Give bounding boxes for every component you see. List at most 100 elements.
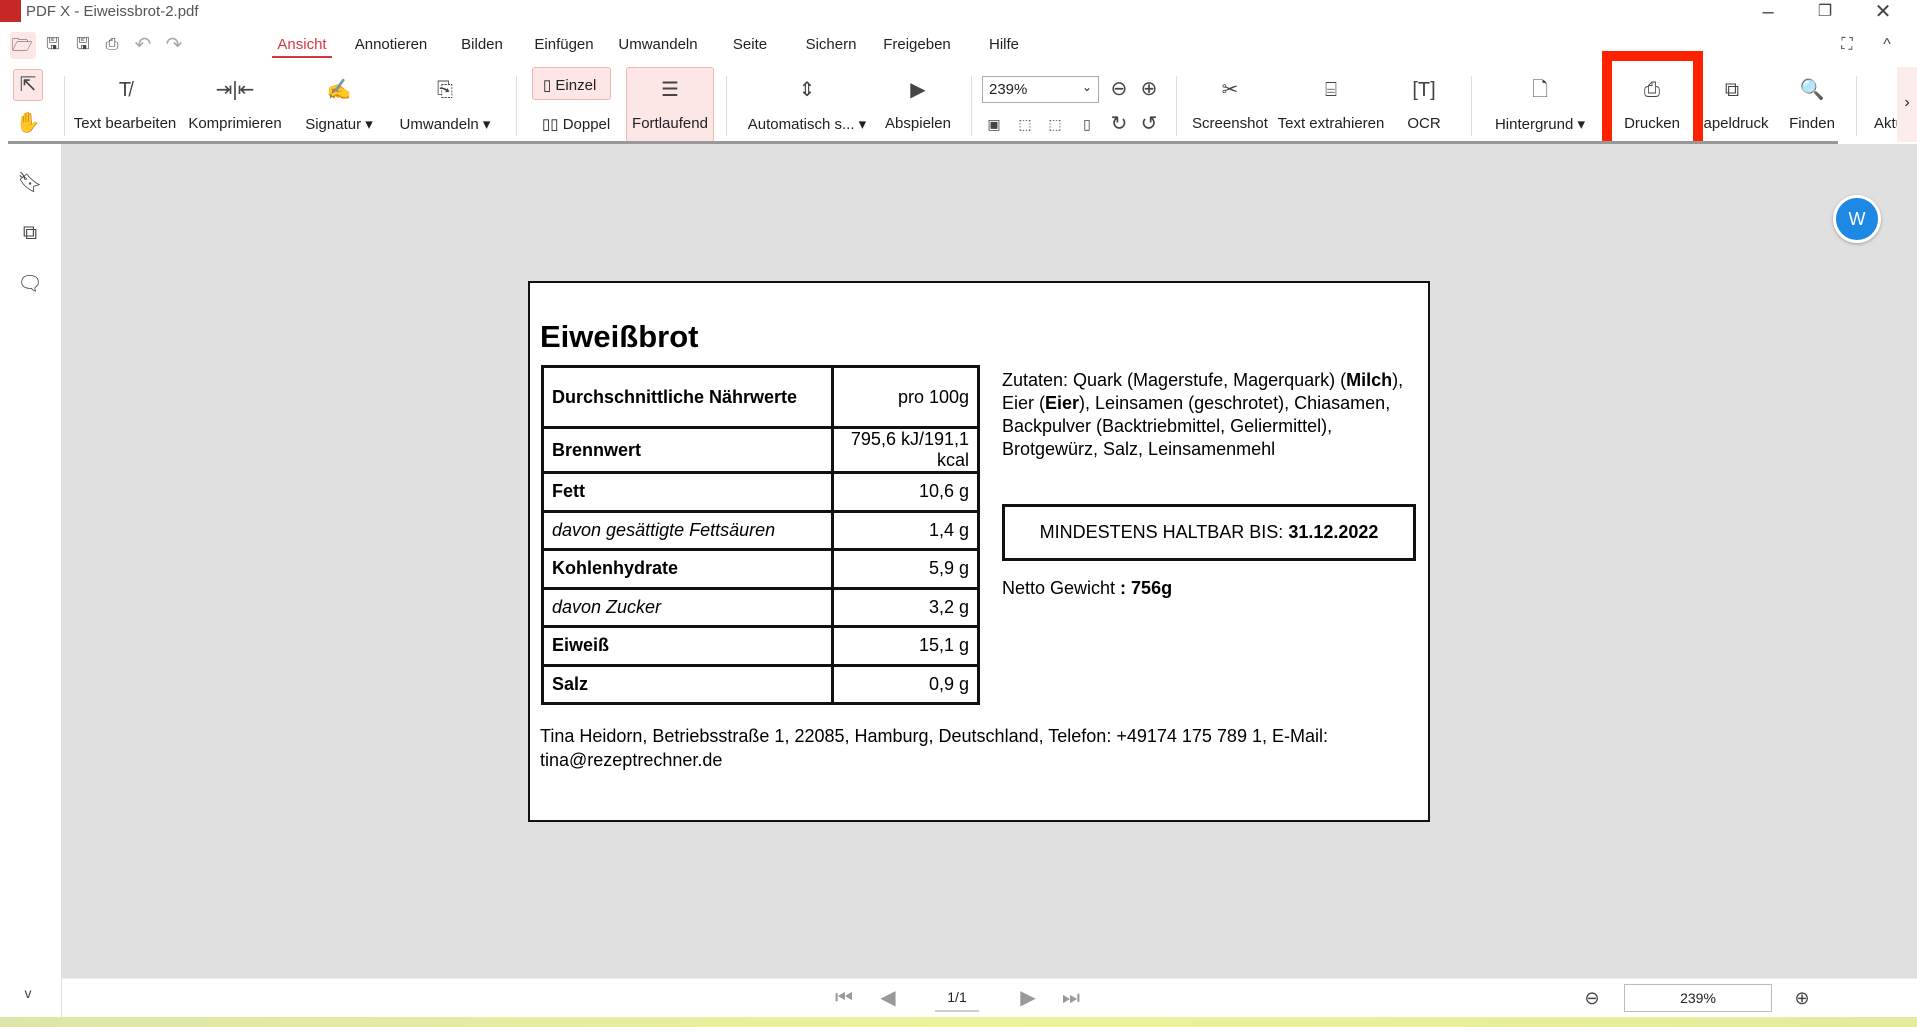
tab-seite[interactable]: Seite	[733, 36, 767, 53]
tab-hilfe[interactable]: Hilfe	[989, 36, 1019, 53]
header-value: pro 100g	[831, 365, 980, 429]
pages-icon[interactable]: ⧉	[23, 223, 37, 243]
allergen-eier: Eier	[1045, 393, 1080, 413]
fullscreen-icon[interactable]: ⛶	[1841, 37, 1852, 53]
app-logo	[0, 0, 21, 22]
row-value: 5,9 g	[831, 548, 980, 590]
zoom-in-icon[interactable]: ⊕	[1141, 79, 1158, 99]
rotate-clockwise-icon[interactable]: ↻	[1111, 114, 1128, 134]
fit-width-icon[interactable]: ⬚	[1048, 117, 1061, 131]
auto-scroll-label: Automatisch s...	[747, 116, 855, 133]
net-weight: Netto Gewicht : 756g	[1002, 578, 1172, 599]
play-button[interactable]: Abspielen	[885, 115, 951, 132]
zoom-value: 239%	[989, 81, 1028, 98]
ocr-icon: [T]	[1412, 79, 1436, 101]
previous-page-icon[interactable]: ◀	[880, 988, 895, 1008]
batch-print-button[interactable]: apeldruck	[1703, 115, 1768, 132]
comment-icon[interactable]: 🗨︎	[17, 274, 42, 294]
table-row: davon Zucker 3,2 g	[541, 586, 980, 628]
fit-page-icon[interactable]: ⬚	[1018, 117, 1031, 131]
auto-scroll-icon: ⇕	[798, 79, 816, 101]
background-icon: 🗋	[1531, 79, 1549, 101]
active-tab-underline	[272, 56, 332, 58]
ribbon-scroll-right[interactable]: ›	[1897, 67, 1917, 142]
screenshot-button[interactable]: Screenshot	[1192, 115, 1268, 132]
single-page-button[interactable]: ▯ Einzel	[532, 67, 611, 100]
convert-to-word-button[interactable]: W	[1833, 195, 1881, 243]
compress-button[interactable]: Komprimieren	[188, 115, 281, 132]
redo-icon[interactable]: ↷	[166, 35, 183, 55]
continuous-label: Fortlaufend	[632, 115, 708, 132]
first-page-icon[interactable]: ⏮	[835, 988, 853, 1008]
ocr-button[interactable]: OCR	[1407, 115, 1440, 132]
best-before-label: MINDESTENS HALTBAR BIS:	[1039, 522, 1289, 542]
restore-icon[interactable]: ❐	[1818, 4, 1832, 20]
bookmark-icon[interactable]: 🔖︎	[17, 173, 42, 193]
batch-print-icon: ⧉	[1724, 79, 1740, 101]
row-label: Salz	[541, 663, 834, 705]
auto-scroll-button[interactable]: Automatisch s... ▾	[748, 115, 866, 133]
tab-bilden[interactable]: Bilden	[461, 36, 503, 53]
single-label: Einzel	[555, 77, 597, 94]
cursor-icon[interactable]: ⇱	[20, 75, 37, 95]
next-page-icon[interactable]: ▶	[1020, 988, 1035, 1008]
status-zoom-in-icon[interactable]: ⊕	[1794, 989, 1809, 1007]
tab-ansicht[interactable]: Ansicht	[277, 36, 326, 53]
minimize-icon[interactable]: –	[1762, 2, 1773, 22]
play-icon: ▶	[910, 79, 926, 101]
last-page-icon[interactable]: ⏭	[1062, 988, 1080, 1008]
close-icon[interactable]: ✕	[1875, 2, 1892, 22]
collapse-ribbon-icon[interactable]: ^	[1883, 37, 1891, 53]
divider	[726, 76, 727, 136]
best-before-date: 31.12.2022	[1288, 522, 1379, 542]
actual-size-icon[interactable]: ▣	[987, 117, 1000, 131]
window-title: PDF X - Eiweissbrot-2.pdf	[26, 3, 199, 20]
hand-icon[interactable]: ✋	[16, 113, 41, 133]
double-label: Doppel	[562, 116, 611, 133]
tab-freigeben[interactable]: Freigeben	[883, 36, 951, 53]
ingredients-text: Zutaten: Quark (Magerstufe, Magerquark) …	[1002, 369, 1422, 461]
divider	[64, 76, 65, 136]
pdf-page: Eiweißbrot Durchschnittliche Nährwerte pr…	[528, 281, 1430, 822]
divider	[1176, 76, 1177, 136]
extract-text-icon: ⌸	[1325, 79, 1337, 101]
fit-visible-icon[interactable]: ▯	[1083, 117, 1091, 131]
save-as-icon[interactable]: 🖫	[76, 37, 90, 53]
background-button[interactable]: Hintergrund ▾	[1495, 115, 1585, 133]
save-icon[interactable]: 🖫	[46, 37, 60, 53]
double-page-button[interactable]: ▯▯ Doppel	[542, 115, 610, 133]
sidebar-expand-icon[interactable]: v	[25, 986, 32, 1000]
tab-einfuegen[interactable]: Einfügen	[534, 36, 593, 53]
tab-sichern[interactable]: Sichern	[806, 36, 857, 53]
row-value: 795,6 kJ/191,1 kcal	[831, 426, 980, 474]
text-edit-icon: T̸	[118, 79, 132, 101]
table-row: Salz 0,9 g	[541, 663, 980, 705]
tab-umwandeln[interactable]: Umwandeln	[618, 36, 697, 53]
chevron-down-icon: ⌄	[1081, 80, 1092, 94]
signature-button[interactable]: Signatur ▾	[305, 115, 373, 133]
status-zoom-out-icon[interactable]: ⊖	[1584, 989, 1599, 1007]
zoom-out-icon[interactable]: ⊖	[1111, 79, 1128, 99]
tab-annotieren[interactable]: Annotieren	[355, 36, 428, 53]
find-button[interactable]: Finden	[1789, 115, 1835, 132]
row-value: 10,6 g	[831, 471, 980, 513]
row-label: davon gesättigte Fettsäuren	[541, 509, 834, 551]
folder-open-icon[interactable]: 🗁	[11, 37, 32, 54]
divider	[1856, 76, 1857, 136]
extract-text-button[interactable]: Text extrahieren	[1278, 115, 1385, 132]
status-zoom-input[interactable]: 239%	[1624, 984, 1772, 1012]
allergen-milch: Milch	[1346, 370, 1393, 390]
print-icon[interactable]: ⎙	[106, 37, 119, 53]
row-label: davon Zucker	[541, 586, 834, 628]
text-edit-button[interactable]: Text bearbeiten	[74, 115, 177, 132]
zoom-select[interactable]: 239% ⌄	[982, 76, 1099, 103]
rotate-counterclockwise-icon[interactable]: ↺	[1141, 114, 1158, 134]
page-number-input[interactable]: 1/1	[935, 984, 979, 1012]
row-label: Fett	[541, 471, 834, 513]
table-row: davon gesättigte Fettsäuren 1,4 g	[541, 509, 980, 551]
header-label: Durchschnittliche Nährwerte	[541, 365, 834, 429]
row-label: Brennwert	[541, 426, 834, 474]
scissors-icon: ✂	[1221, 79, 1239, 101]
undo-icon[interactable]: ↶	[135, 35, 152, 55]
convert-button[interactable]: Umwandeln ▾	[400, 115, 491, 133]
